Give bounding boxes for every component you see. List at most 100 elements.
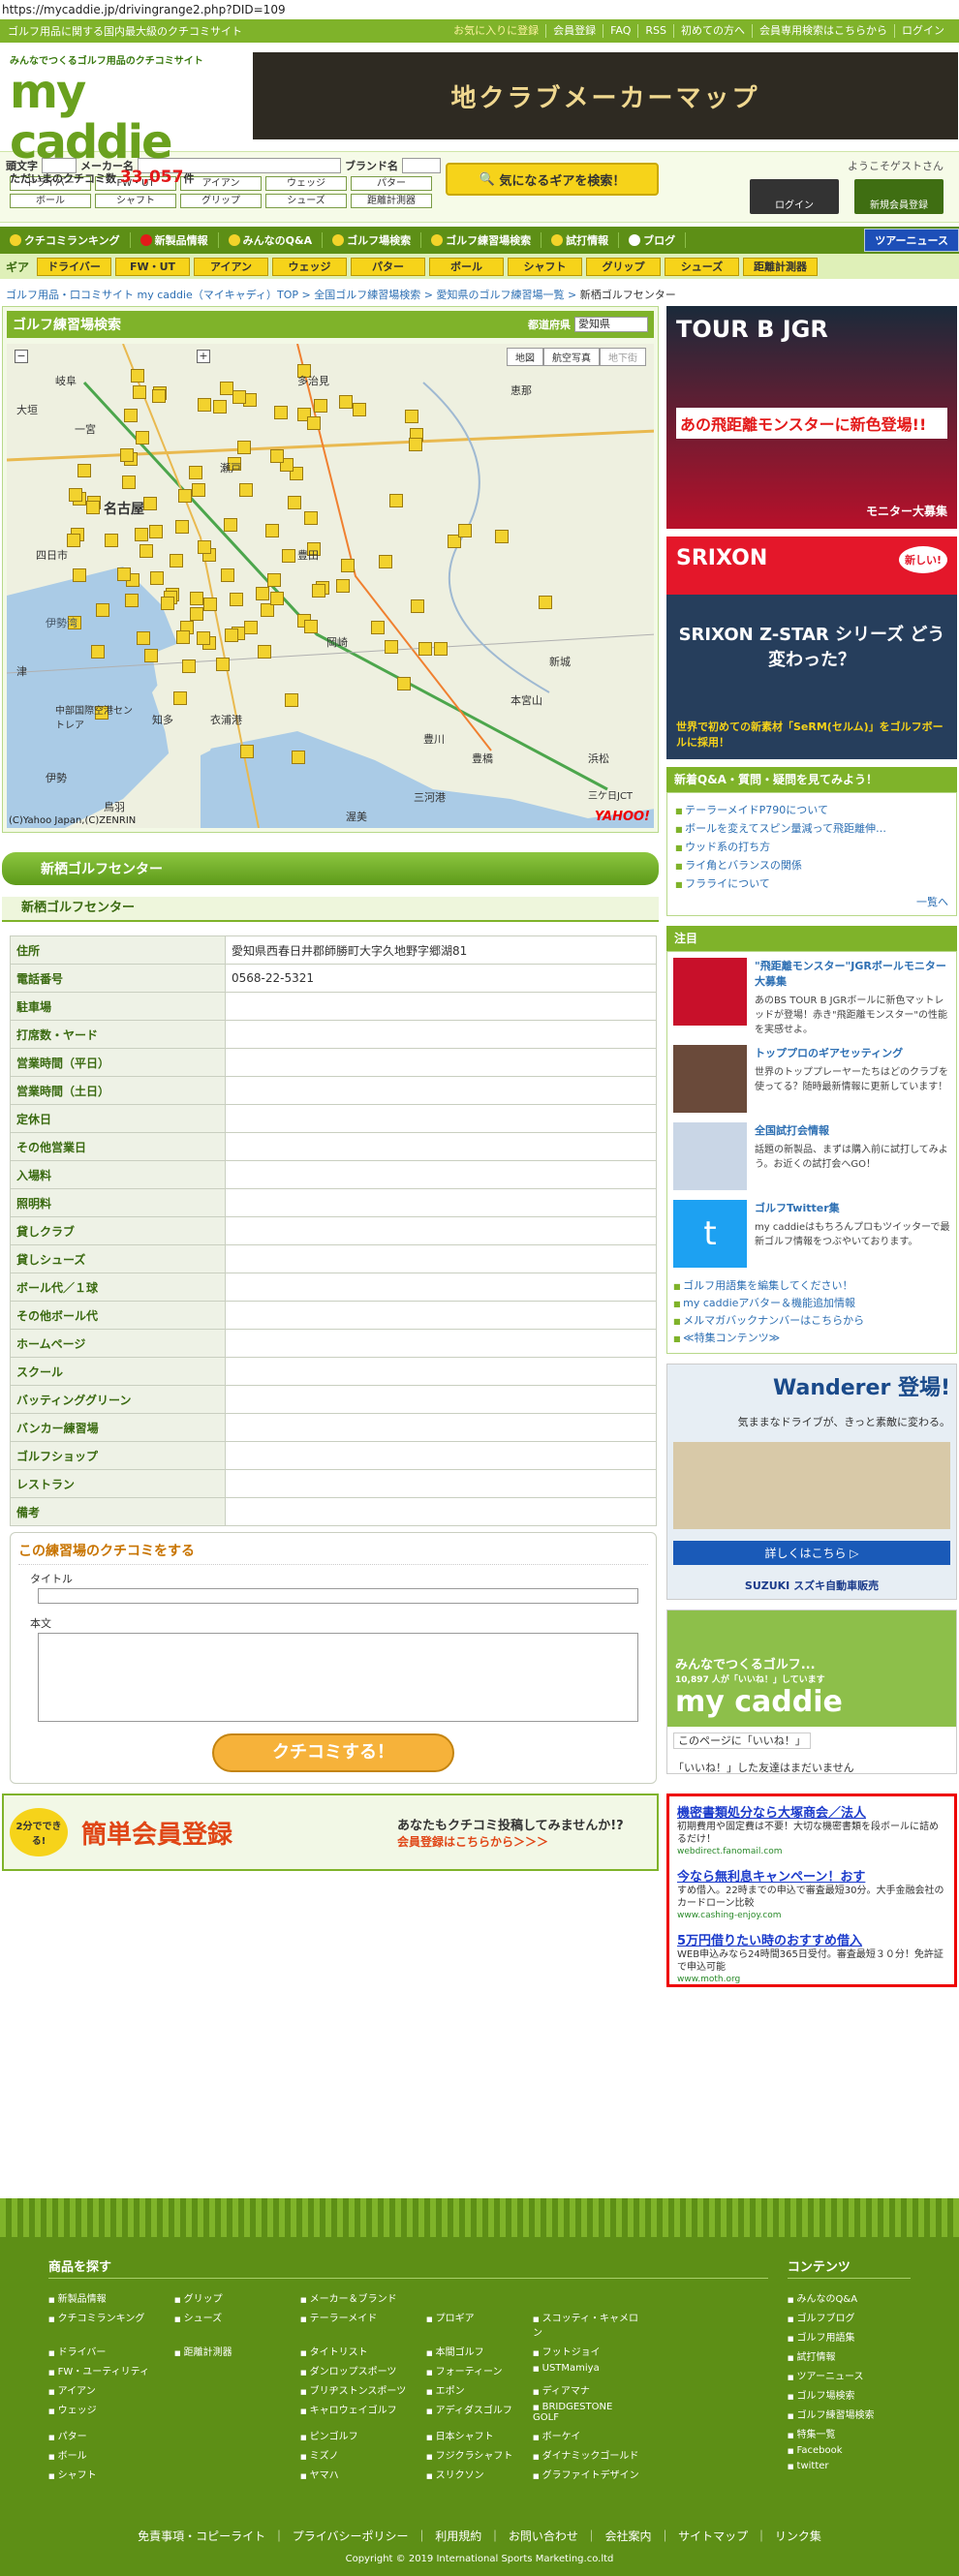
review-body-textarea[interactable] [38, 1633, 638, 1722]
footer-product-link[interactable]: クチコミランキング [48, 2310, 174, 2339]
map-pin-icon[interactable] [148, 524, 163, 538]
nav-range-search[interactable]: ゴルフ練習場検索 [421, 232, 542, 248]
footer-link[interactable]: プライバシーポリシー [293, 2530, 409, 2543]
footer-link[interactable]: お問い合わせ [509, 2530, 578, 2543]
footer-product-link[interactable]: アディダスゴルフ [426, 2402, 533, 2423]
map-pin-icon[interactable] [266, 573, 281, 588]
map-pin-icon[interactable] [198, 398, 212, 413]
footer-product-link[interactable]: シャフト [48, 2467, 174, 2481]
map-pin-icon[interactable] [538, 595, 552, 609]
map-pin-icon[interactable] [104, 534, 118, 548]
facebook-like-button[interactable]: このページに「いいね！」 [673, 1733, 811, 1749]
map-pin-icon[interactable] [178, 488, 193, 503]
footer-product-link[interactable]: メーカー＆ブランド [300, 2290, 426, 2305]
footer-content-link[interactable]: みんなのQ&A [788, 2290, 911, 2305]
featured-link[interactable]: ≪特集コンテンツ≫ [673, 1330, 950, 1345]
map-pin-icon[interactable] [124, 409, 139, 423]
zoom-in-button[interactable]: + [197, 350, 210, 363]
map-pin-icon[interactable] [212, 399, 227, 414]
review-title-input[interactable] [38, 1588, 638, 1604]
breadcrumb-pref-list[interactable]: 愛知県のゴルフ練習場一覧 [436, 289, 564, 301]
map-pin-icon[interactable] [125, 593, 139, 607]
map-pin-icon[interactable] [175, 519, 190, 534]
map-pin-icon[interactable] [385, 639, 399, 654]
map-tab-aerial[interactable]: 航空写真 [543, 348, 600, 366]
map-pin-icon[interactable] [134, 527, 148, 541]
signup-banner[interactable]: 2分でできる! 簡単会員登録 あなたもクチコミ投稿してみませんか!? 会員登録は… [2, 1794, 659, 1871]
map-pin-icon[interactable] [339, 394, 354, 409]
qa-item[interactable]: ライ角とバランスの関係 [675, 857, 948, 873]
gearnav-shaft[interactable]: シャフト [508, 257, 583, 276]
map-pin-icon[interactable] [232, 389, 247, 404]
map-pin-icon[interactable] [117, 567, 132, 582]
map-pin-icon[interactable] [404, 410, 418, 424]
map-pin-icon[interactable] [240, 744, 255, 758]
footer-product-link[interactable]: USTMamiya [533, 2363, 639, 2377]
chip-shaft[interactable]: シャフト [95, 194, 176, 208]
footer-product-link[interactable]: 新製品情報 [48, 2290, 174, 2305]
gearnav-putter[interactable]: パター [351, 257, 426, 276]
gearnav-rangefinder[interactable]: 距離計測器 [743, 257, 819, 276]
footer-link[interactable]: 利用規約 [435, 2530, 481, 2543]
member-search-link[interactable]: 会員専用検索はこちらから [752, 24, 894, 38]
featured-item[interactable]: 全国試打会情報 話題の新製品、まずは購入前に試打してみよう。お近くの試打会へGO！ [673, 1122, 950, 1190]
map-tab-map[interactable]: 地図 [507, 348, 543, 366]
map-pin-icon[interactable] [287, 495, 301, 509]
footer-product-link[interactable]: ドライバー [48, 2344, 174, 2358]
map-tab-underground[interactable]: 地下街 [600, 348, 646, 366]
qa-item[interactable]: ボールを変えてスピン量減って飛距離伸… [675, 820, 948, 836]
footer-product-link[interactable]: BRIDGESTONE GOLF [533, 2402, 639, 2423]
map-pin-icon[interactable] [72, 567, 86, 582]
map-pin-icon[interactable] [418, 642, 432, 657]
featured-item[interactable]: t ゴルフTwitter集 my caddieはもちろんプロもツイッターで最新ゴル… [673, 1200, 950, 1268]
map-pin-icon[interactable] [388, 494, 403, 508]
review-submit-button[interactable]: クチコミする！ [212, 1733, 454, 1772]
footer-content-link[interactable]: twitter [788, 2461, 911, 2471]
map-pin-icon[interactable] [353, 403, 367, 417]
map[interactable]: 地図 航空写真 地下街 − + 名古屋 伊勢湾 中部国際空港セントレア 知多 衣… [7, 344, 654, 828]
map-pin-icon[interactable] [303, 619, 318, 633]
map-pin-icon[interactable] [281, 549, 295, 564]
map-pin-icon[interactable] [340, 559, 355, 573]
map-pin-icon[interactable] [151, 389, 166, 404]
map-pin-icon[interactable] [136, 631, 150, 645]
map-pin-icon[interactable] [410, 598, 424, 613]
breadcrumb-top[interactable]: ゴルフ用品・口コミサイト my caddie（マイキャディ）TOP [6, 289, 298, 301]
map-pin-icon[interactable] [311, 584, 325, 598]
nav-qa[interactable]: みんなのQ&A [219, 232, 324, 248]
gearnav-driver[interactable]: ドライバー [37, 257, 112, 276]
chip-grip[interactable]: グリップ [180, 194, 262, 208]
brand-select[interactable] [402, 158, 441, 173]
featured-item[interactable]: "飛距離モンスター"JGRボールモニター大募集 あのBS TOUR B JGRボー… [673, 958, 950, 1035]
qa-more-link[interactable]: 一覧へ [675, 894, 948, 909]
qa-item[interactable]: ウッド系の打ち方 [675, 839, 948, 854]
featured-link[interactable]: メルマガバックナンバーはこちらから [673, 1312, 950, 1328]
footer-product-link[interactable]: エポン [426, 2382, 533, 2397]
login-button[interactable]: ログイン [750, 179, 839, 214]
gearnav-shoes[interactable]: シューズ [665, 257, 740, 276]
featured-item[interactable]: トッププロのギアセッティング 世界のトッププレーヤーたちはどのクラブを使ってる？随… [673, 1045, 950, 1113]
map-pin-icon[interactable] [215, 658, 230, 672]
map-pin-icon[interactable] [69, 487, 83, 502]
map-pin-icon[interactable] [303, 510, 318, 525]
footer-link[interactable]: 会社案内 [605, 2530, 652, 2543]
chip-shoes[interactable]: シューズ [265, 194, 347, 208]
map-pin-icon[interactable] [256, 587, 270, 601]
map-pin-icon[interactable] [203, 597, 218, 611]
map-pin-icon[interactable] [292, 751, 306, 765]
footer-link[interactable]: リンク集 [775, 2530, 821, 2543]
rss-link[interactable]: RSS [637, 24, 673, 38]
map-pin-icon[interactable] [230, 592, 244, 606]
map-pin-icon[interactable] [434, 641, 449, 656]
footer-product-link[interactable]: ダンロップスポーツ [300, 2363, 426, 2377]
zoom-out-button[interactable]: − [15, 350, 28, 363]
nav-course-search[interactable]: ゴルフ場検索 [323, 232, 422, 248]
map-pin-icon[interactable] [335, 578, 350, 593]
car-ad[interactable]: Wanderer 登場! 気ままなドライブが、きっと素敵に変わる。 詳しくはこち… [666, 1364, 957, 1600]
map-pin-icon[interactable] [409, 437, 423, 451]
beginner-link[interactable]: 初めての方へ [673, 24, 752, 38]
map-pin-icon[interactable] [143, 497, 158, 511]
map-pin-icon[interactable] [371, 621, 386, 635]
nav-new-products[interactable]: 新製品情報 [131, 232, 219, 248]
nav-trial[interactable]: 試打情報 [541, 232, 620, 248]
